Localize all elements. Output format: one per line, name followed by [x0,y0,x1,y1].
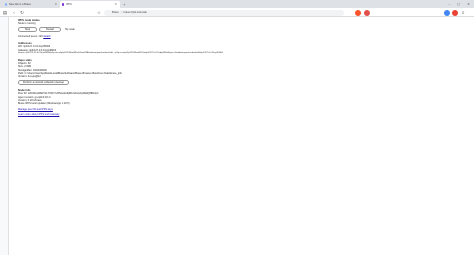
tab-ipfs[interactable]: IPFS ✕ [60,1,120,8]
close-window-icon[interactable]: ✕ [464,0,473,8]
gc-row: Perform a network collection cleanup [18,80,458,86]
tab-strip: New tab in a Brave ✕ IPFS ✕ + – ▢ ✕ [0,0,474,8]
bookmark-icon[interactable]: ☆ [96,10,102,16]
reload-icon[interactable]: ↻ [19,10,25,16]
restart-button[interactable]: Restart [39,27,62,33]
brave-shields-icon[interactable] [355,9,361,16]
omnibox-prefix: Brave [112,10,119,14]
close-tab-icon[interactable]: ✕ [54,1,57,8]
sidebar-panel [0,17,9,255]
learn-more-link[interactable]: Learn more about IPFS and Gateway [18,113,59,116]
stop-button[interactable]: Stop [18,27,38,33]
brave-rewards-icon[interactable] [364,9,370,16]
address-bar[interactable]: Brave | brave://ipfs-internals [104,9,344,16]
ipfs-favicon-icon [62,3,65,6]
peers-text: Connected peers: 129 [18,34,43,38]
notifications-icon[interactable] [452,9,458,16]
tab-new-tab[interactable]: New tab in a Brave ✕ [3,1,60,8]
omnibox-url: brave://ipfs-internals [123,10,147,14]
omnibox-separator: | [120,10,122,14]
tab-label: IPFS [66,3,72,6]
garbage-collection-button[interactable]: Perform a network collection cleanup [18,80,69,86]
back-icon[interactable]: ‹ [11,10,17,16]
tab-favicon-icon [5,3,8,6]
ipfs-internals-page: IPFS node status Node is running Stop Re… [18,19,458,116]
menu-icon[interactable]: ≡ [460,10,466,16]
node-status-text: Node is running [18,22,36,26]
maximize-icon[interactable]: ▢ [454,0,463,8]
connected-peers: Connected peers: 129 details [18,35,458,38]
manage-keys-link[interactable]: Manage peer ID and IPFS keys [18,108,53,111]
brave-ipfs-version: Brave IPFS local updater (Windows/go 1.1… [18,101,70,105]
tab-label: New tab in a Brave [9,3,31,6]
node-controls: Stop Restart My node [18,27,458,33]
repo-version: Version: fs-repo@12 [18,74,41,78]
sidebar-toggle-icon[interactable]: ▤ [2,10,8,16]
new-tab-plus-icon[interactable]: + [123,1,125,8]
wallet-icon[interactable] [444,9,450,16]
close-tab-icon[interactable]: ✕ [114,1,117,8]
peers-details-link[interactable]: details [43,35,50,38]
minimize-icon[interactable]: – [445,0,454,8]
my-node-link[interactable]: My node [65,28,75,31]
swarm-address: Swarm: /ip4/172.20.10.2/tcp/44004/p2p-ci… [18,51,223,54]
